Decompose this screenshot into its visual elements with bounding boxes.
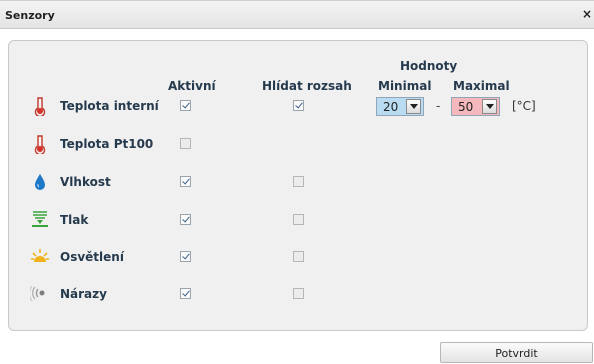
dialog-titlebar: Senzory × <box>0 0 594 29</box>
watch-range-checkbox-osvetleni[interactable] <box>293 251 304 262</box>
values-group-header: Hodnoty <box>400 59 458 73</box>
max-value: 50 <box>458 100 474 114</box>
pressure-icon <box>32 211 48 227</box>
unit-label: [°C] <box>512 99 536 113</box>
max-column-header: Maximal <box>453 79 510 93</box>
watch-range-checkbox-narazy[interactable] <box>293 288 304 299</box>
watch-range-column-header: Hlídat rozsah <box>262 79 352 93</box>
sensor-label-tlak: Tlak <box>60 213 89 227</box>
sensor-label-vlhkost: Vlhkost <box>60 175 111 189</box>
sensor-label-teplota-interni: Teplota interní <box>60 99 159 113</box>
min-column-header: Minimal <box>378 79 432 93</box>
watch-range-checkbox-vlhkost[interactable] <box>293 176 304 187</box>
range-separator: - <box>436 99 441 113</box>
min-value-select[interactable]: 20 <box>376 97 424 116</box>
chevron-down-icon[interactable] <box>482 99 497 114</box>
sensor-label-narazy: Nárazy <box>60 287 107 301</box>
watch-range-checkbox-tlak[interactable] <box>293 214 304 225</box>
confirm-button[interactable]: Potvrdit <box>440 342 593 363</box>
thermometer-icon <box>34 97 46 116</box>
water-drop-icon <box>35 174 45 190</box>
min-value: 20 <box>383 100 399 114</box>
active-checkbox-teplota-interni[interactable] <box>180 100 191 111</box>
vibration-icon <box>30 285 45 302</box>
dialog-title: Senzory <box>5 9 55 22</box>
chevron-down-icon[interactable] <box>406 99 421 114</box>
active-checkbox-narazy[interactable] <box>180 288 191 299</box>
active-column-header: Aktivní <box>168 79 216 93</box>
max-value-select[interactable]: 50 <box>451 97 500 116</box>
active-checkbox-tlak[interactable] <box>180 214 191 225</box>
active-checkbox-osvetleni[interactable] <box>180 251 191 262</box>
active-checkbox-teplota-pt100[interactable] <box>180 138 191 149</box>
sensor-label-osvetleni: Osvětlení <box>60 250 124 264</box>
watch-range-checkbox-teplota-interni[interactable] <box>293 100 304 111</box>
sun-icon <box>31 249 49 262</box>
sensor-label-teplota-pt100: Teplota Pt100 <box>60 137 154 151</box>
close-icon[interactable]: × <box>582 7 592 21</box>
active-checkbox-vlhkost[interactable] <box>180 176 191 187</box>
thermometer-icon <box>34 135 46 154</box>
